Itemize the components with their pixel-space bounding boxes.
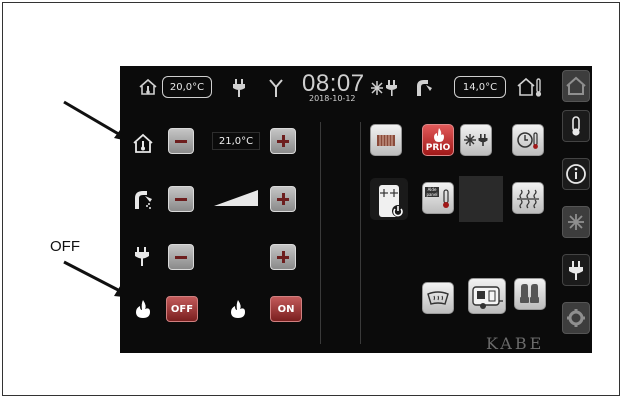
antenna-icon [269,79,283,97]
hot-water-increase-button[interactable] [270,186,296,212]
sidebar-settings-button[interactable] [562,302,590,334]
shower-icon [135,191,152,209]
panel-divider-right [360,122,361,344]
info-icon [566,164,586,184]
sidebar-home-button[interactable] [562,70,590,102]
seat-heat-tile[interactable] [514,278,546,310]
hot-water-decrease-button[interactable] [168,186,194,212]
thermometer-icon [572,116,580,136]
windscreen-heat-icon [427,291,449,305]
electric-plug-icon [233,79,245,97]
sidebar-info-button[interactable] [562,158,590,190]
floor-heat-icon [517,189,539,209]
snowflake-icon [568,214,584,230]
room-temp-decrease-button[interactable] [168,128,194,154]
alde-panel-label: Alde panel [425,187,439,197]
windscreen-tile[interactable] [422,282,454,314]
flame-icon [434,128,444,142]
timer-thermo-tile[interactable] [512,124,544,156]
indoor-temp-display: 20,0°C [162,76,212,98]
gas-off-button[interactable]: OFF [166,296,198,322]
ac-power-tile[interactable] [370,178,408,220]
room-heat-icon [133,133,153,153]
priority-tile[interactable]: PRIO [422,124,454,156]
brand-logo: KABE [486,334,545,353]
flame-icon [231,300,245,318]
electric-power-increase-button[interactable] [270,244,296,270]
sidebar-thermometer-button[interactable] [562,110,590,142]
empty-slot [459,176,503,222]
electric-power-decrease-button[interactable] [168,244,194,270]
flame-icon [136,300,150,318]
radiator-tile[interactable] [370,124,402,156]
thermometer-icon [443,189,449,208]
snowflake-plug-icon [464,134,488,146]
control-panel-screen: 20,0°C 08:07 2018-10-12 14,0°C 21,0°C OF… [120,66,560,353]
snow-electric-tile[interactable] [460,124,492,156]
electric-plug-icon [135,247,149,266]
sidebar-electric-button[interactable] [562,254,590,286]
outdoor-house-icon [517,77,542,97]
caravan-tile[interactable] [468,278,506,314]
hot-water-level-indicator [214,190,258,206]
ac-power-icon [379,185,404,217]
priority-label: PRIO [425,143,451,153]
house-icon [566,76,586,95]
house-thermometer-icon [139,78,157,95]
panel-divider-left [320,122,321,344]
status-bar: 20,0°C 08:07 2018-10-12 14,0°C [120,66,560,108]
shower-status-icon [417,80,432,96]
gas-on-button[interactable]: ON [270,296,302,322]
off-annotation-label: OFF [50,238,80,255]
sidebar [560,66,592,353]
room-temp-increase-button[interactable] [270,128,296,154]
floor-heat-tile[interactable] [512,182,544,214]
outdoor-temp-display: 14,0°C [454,76,506,98]
snowflake-plug-icon [371,80,397,96]
electric-plug-icon [569,261,583,280]
room-temp-setpoint: 21,0°C [212,132,260,150]
seat-heat-icon [520,284,539,303]
caravan-icon [472,286,503,309]
gear-icon [567,309,585,327]
sidebar-cooling-button[interactable] [562,206,590,238]
alde-panel-tile[interactable]: Alde panel [422,182,454,214]
radiator-icon [377,135,395,146]
clock-date: 2018-10-12 [309,94,356,103]
clock-thermometer-icon [517,132,538,149]
